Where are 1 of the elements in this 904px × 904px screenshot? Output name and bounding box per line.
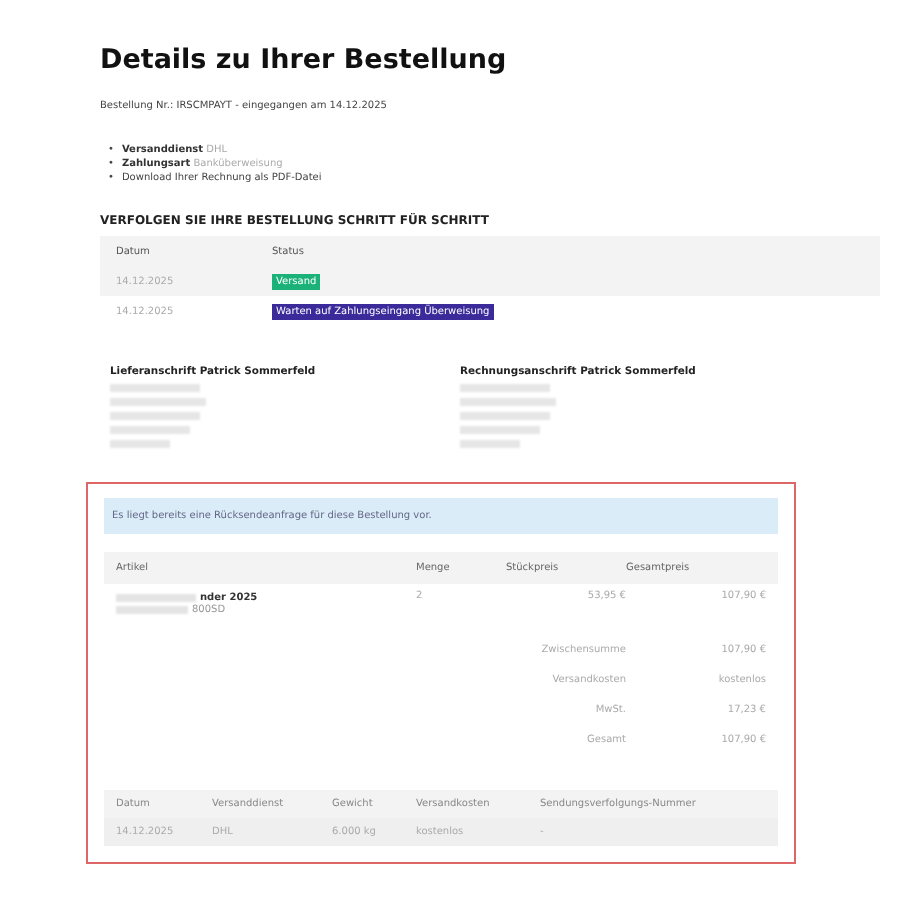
page-title: Details zu Ihrer Bestellung: [100, 44, 509, 76]
